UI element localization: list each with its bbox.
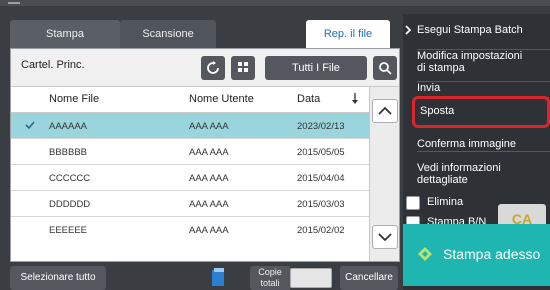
cell-date: 2015/04/04 xyxy=(297,173,345,184)
check-icon xyxy=(25,120,35,133)
refresh-icon xyxy=(207,61,219,74)
grid-icon xyxy=(238,62,248,72)
cell-date: 2015/02/02 xyxy=(297,225,345,236)
table-header: Nome File Nome Utente Data xyxy=(11,87,369,113)
search-button[interactable] xyxy=(373,56,397,80)
folder-label: Cartel. Princ. xyxy=(21,59,85,71)
action-side-menu: Esegui Stampa Batch Modifica impostazion… xyxy=(403,14,550,290)
cell-user-name: AAA AAA xyxy=(189,121,229,132)
file-toolbar: Cartel. Princ. Tutti I File xyxy=(11,49,399,87)
grid-view-button[interactable] xyxy=(231,56,255,80)
total-copies-label: Copie totali xyxy=(250,266,290,290)
refresh-button[interactable] xyxy=(201,56,225,80)
scroll-down-button[interactable] xyxy=(372,225,398,249)
copies-icon xyxy=(210,268,226,288)
delete-checkbox[interactable] xyxy=(406,196,420,210)
select-all-button[interactable]: Selezionare tutto xyxy=(10,266,106,290)
sort-down-icon[interactable] xyxy=(351,93,359,108)
status-mark xyxy=(8,2,20,4)
menu-item-detail-info[interactable]: Vedi informazioni dettagliate xyxy=(417,162,550,188)
chevron-up-icon xyxy=(378,106,392,115)
diamond-icon xyxy=(417,246,433,265)
tab-scansione[interactable]: Scansione xyxy=(120,20,216,48)
table-row[interactable]: AAAAAA AAA AAA 2023/02/13 xyxy=(11,113,369,139)
total-copies-field[interactable] xyxy=(290,268,332,288)
cell-date: 2023/02/13 xyxy=(297,121,345,132)
cell-date: 2015/03/03 xyxy=(297,199,345,210)
menu-item-print-settings[interactable]: Modifica impostazioni di stampa xyxy=(417,50,550,82)
scrollbar[interactable] xyxy=(369,87,399,261)
search-icon xyxy=(379,62,392,75)
cell-file-name: AAAAAA xyxy=(49,121,88,132)
cell-user-name: AAA AAA xyxy=(189,147,229,158)
bottom-bar: Selezionare tutto Copie totali Cancellar… xyxy=(10,266,400,290)
top-status-strip xyxy=(0,0,550,6)
cell-user-name: AAA AAA xyxy=(189,199,229,210)
header-file-name[interactable]: Nome File xyxy=(49,93,99,105)
menu-item-detail-info-line2: dettagliate xyxy=(417,174,468,186)
main-area: Stampa Scansione Rep. il file Cartel. Pr… xyxy=(6,18,401,290)
chevron-right-icon[interactable] xyxy=(404,24,412,38)
chevron-down-icon xyxy=(378,233,392,242)
tab-stampa[interactable]: Stampa xyxy=(10,20,120,48)
print-now-button[interactable]: Stampa adesso xyxy=(403,224,550,286)
cell-user-name: AAA AAA xyxy=(189,225,229,236)
cell-file-name: EEEEEE xyxy=(49,225,88,236)
print-now-label: Stampa adesso xyxy=(443,246,541,262)
menu-item-move[interactable]: Sposta xyxy=(412,96,550,128)
total-copies-label-line1: Copie xyxy=(258,267,282,277)
menu-item-print-settings-line2: di stampa xyxy=(417,62,465,74)
table-row[interactable]: BBBBBB AAA AAA 2015/05/05 xyxy=(11,139,369,165)
cell-file-name: CCCCCC xyxy=(49,173,91,184)
cancel-button[interactable]: Cancellare xyxy=(340,266,398,290)
file-list-panel: Cartel. Princ. Tutti I File Nome File No… xyxy=(10,48,400,262)
cell-user-name: AAA AAA xyxy=(189,173,229,184)
menu-item-detail-info-line1: Vedi informazioni xyxy=(417,162,501,174)
table-row[interactable]: DDDDDD AAA AAA 2015/03/03 xyxy=(11,191,369,217)
menu-item-batch-print[interactable]: Esegui Stampa Batch xyxy=(417,24,550,50)
filter-all-files-button[interactable]: Tutti I File xyxy=(265,56,367,80)
table-row[interactable]: CCCCCC AAA AAA 2015/04/04 xyxy=(11,165,369,191)
cell-file-name: BBBBBB xyxy=(49,147,88,158)
cell-date: 2015/05/05 xyxy=(297,147,345,158)
delete-label: Elimina xyxy=(427,196,464,208)
cell-file-name: DDDDDD xyxy=(49,199,91,210)
tab-rep-il-file[interactable]: Rep. il file xyxy=(306,20,390,48)
header-date[interactable]: Data xyxy=(297,93,320,105)
header-user-name[interactable]: Nome Utente xyxy=(189,93,254,105)
total-copies-label-line2: totali xyxy=(260,278,280,288)
menu-item-print-settings-line1: Modifica impostazioni xyxy=(417,50,523,62)
menu-item-confirm-image[interactable]: Conferma immagine xyxy=(417,138,550,152)
table-row[interactable]: EEEEEE AAA AAA 2015/02/02 xyxy=(11,217,369,243)
scroll-up-button[interactable] xyxy=(372,99,398,123)
